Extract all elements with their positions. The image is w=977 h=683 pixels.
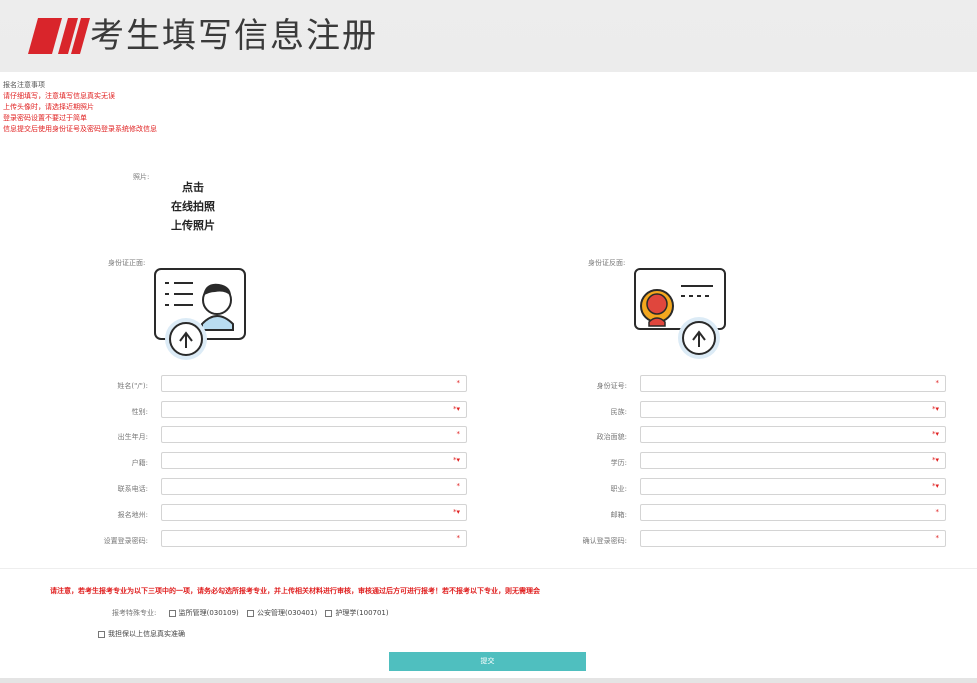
logo-stripes-icon	[28, 18, 90, 54]
option-label: 公安管理(030401)	[257, 609, 318, 617]
name-label: 姓名("/"):	[117, 382, 148, 390]
checkbox-icon	[168, 609, 176, 617]
household-label: 户籍:	[131, 459, 148, 467]
id-card-back-upload-icon[interactable]	[633, 266, 729, 366]
submit-button[interactable]: 提交	[389, 652, 586, 671]
id-back-label: 身份证反面:	[588, 259, 626, 267]
required-marker: *▾	[452, 405, 460, 413]
required-marker: *	[456, 430, 461, 438]
photo-label: 照片:	[133, 173, 150, 181]
household-select[interactable]: *▾	[161, 452, 467, 469]
education-label: 学历:	[610, 459, 627, 467]
gender-select[interactable]: *▾	[161, 401, 467, 418]
occupation-label: 职业:	[610, 485, 627, 493]
photo-click-button[interactable]: 点击	[168, 178, 218, 197]
section-divider	[0, 568, 977, 569]
occupation-select[interactable]: *▾	[640, 478, 946, 495]
ethnicity-label: 民族:	[610, 408, 627, 416]
registration-form: 报名注意事项 请仔细填写，注意填写信息真实无误 上传头像时，请选择近期照片 登录…	[0, 72, 977, 678]
id-number-label: 身份证号:	[596, 382, 627, 390]
required-marker: *	[935, 534, 940, 542]
birth-date-input[interactable]: *	[161, 426, 467, 443]
required-marker: *	[456, 379, 461, 387]
region-label: 报名地州:	[117, 511, 148, 519]
specialty-warning: 请注意，若考生报考专业为以下三项中的一项，请务必勾选所报考专业，并上传相关材料进…	[50, 587, 540, 595]
id-card-front-upload-icon[interactable]	[153, 266, 249, 366]
phone-input[interactable]: *	[161, 478, 467, 495]
photo-capture-button[interactable]: 在线拍照	[168, 197, 218, 216]
specialty-option-police-mgmt[interactable]: 公安管理(030401)	[247, 608, 317, 618]
specialty-option-nursing[interactable]: 护理学(100701)	[325, 608, 389, 618]
notice-line: 信息提交后使用身份证号及密码登录系统修改信息	[3, 125, 157, 133]
email-label: 邮箱:	[610, 511, 627, 519]
required-marker: *	[935, 508, 940, 516]
required-marker: *	[456, 534, 461, 542]
confirm-password-label: 确认登录密码:	[582, 537, 627, 545]
confirm-password-input[interactable]: *	[640, 530, 946, 547]
photo-upload-button[interactable]: 上传照片	[168, 216, 218, 235]
id-number-input[interactable]: *	[640, 375, 946, 392]
required-marker: *	[935, 379, 940, 387]
option-label: 护理学(100701)	[335, 609, 389, 617]
required-marker: *	[456, 482, 461, 490]
required-marker: *▾	[931, 482, 939, 490]
required-marker: *▾	[931, 456, 939, 464]
political-status-select[interactable]: *▾	[640, 426, 946, 443]
notice-section: 报名注意事项 请仔细填写，注意填写信息真实无误 上传头像时，请选择近期照片 登录…	[3, 80, 157, 135]
specialty-options: 报考特殊专业: 监所管理(030109) 公安管理(030401) 护理学(10…	[112, 608, 395, 618]
notice-line: 上传头像时，请选择近期照片	[3, 103, 94, 111]
ethnicity-select[interactable]: *▾	[640, 401, 946, 418]
region-select[interactable]: *▾	[161, 504, 467, 521]
required-marker: *▾	[931, 405, 939, 413]
name-input[interactable]: *	[161, 375, 467, 392]
page-header: 考生填写信息注册	[0, 0, 977, 72]
photo-actions: 点击 在线拍照 上传照片	[168, 178, 218, 235]
notice-line: 请仔细填写，注意填写信息真实无误	[3, 92, 115, 100]
required-marker: *▾	[931, 430, 939, 438]
checkbox-icon	[98, 630, 105, 638]
required-marker: *▾	[452, 508, 460, 516]
id-front-label: 身份证正面:	[108, 259, 146, 267]
checkbox-icon	[325, 609, 333, 617]
notice-line: 登录密码设置不要过于简单	[3, 114, 87, 122]
specialty-option-prison-mgmt[interactable]: 监所管理(030109)	[168, 608, 239, 618]
email-input[interactable]: *	[640, 504, 946, 521]
password-label: 设置登录密码:	[103, 537, 148, 545]
education-select[interactable]: *▾	[640, 452, 946, 469]
gender-label: 性别:	[131, 408, 148, 416]
checkbox-icon	[247, 609, 255, 617]
phone-label: 联系电话:	[117, 485, 148, 493]
option-label: 监所管理(030109)	[178, 609, 239, 617]
birth-date-label: 出生年月:	[117, 433, 148, 441]
political-status-label: 政治面貌:	[596, 433, 627, 441]
required-marker: *▾	[452, 456, 460, 464]
page-title: 考生填写信息注册	[90, 16, 378, 56]
notice-title: 报名注意事项	[3, 81, 45, 89]
password-input[interactable]: *	[161, 530, 467, 547]
specialty-label: 报考特殊专业:	[112, 609, 157, 617]
confirm-checkbox[interactable]: 我担保以上信息真实准确	[98, 629, 185, 639]
confirm-label: 我担保以上信息真实准确	[108, 630, 185, 638]
